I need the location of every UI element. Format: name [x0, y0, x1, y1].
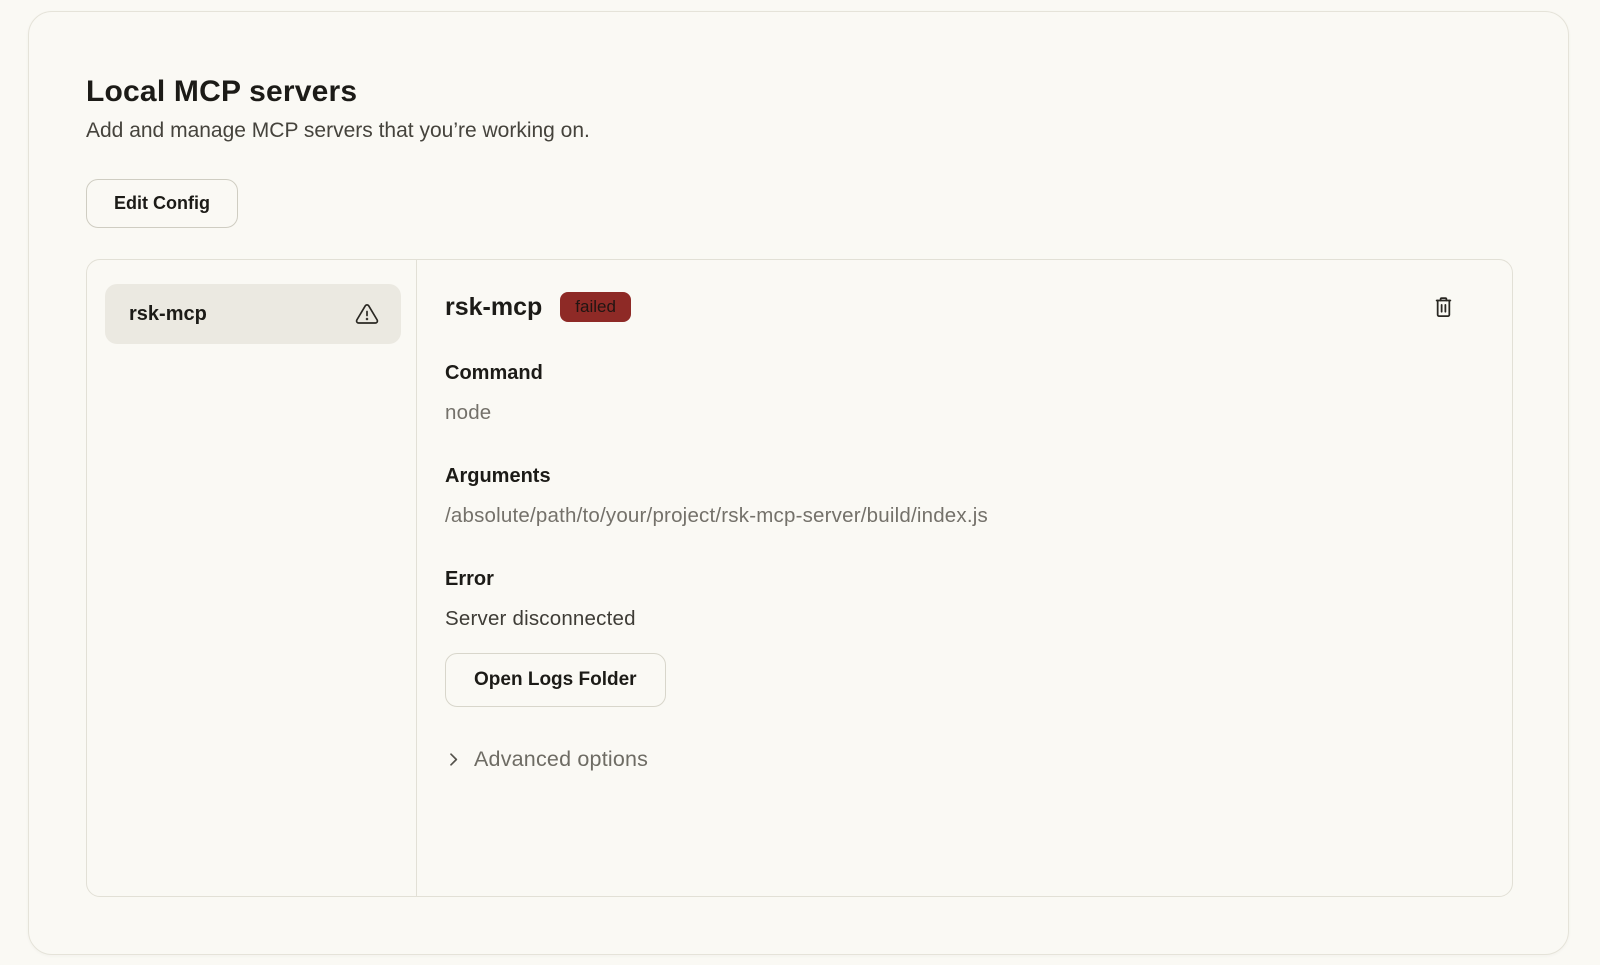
- command-value: node: [445, 401, 1458, 425]
- settings-panel: Local MCP servers Add and manage MCP ser…: [28, 11, 1569, 955]
- chevron-right-icon: [445, 751, 462, 768]
- server-detail-pane: rsk-mcp failed: [417, 260, 1512, 896]
- command-label: Command: [445, 362, 1458, 385]
- warning-icon: [355, 302, 379, 326]
- arguments-label: Arguments: [445, 465, 1458, 488]
- page-subtitle: Add and manage MCP servers that you’re w…: [86, 119, 1511, 143]
- arguments-value: /absolute/path/to/your/project/rsk-mcp-s…: [445, 504, 1458, 528]
- server-list-item-label: rsk-mcp: [129, 303, 207, 326]
- status-badge: failed: [560, 292, 631, 322]
- trash-icon: [1431, 294, 1456, 320]
- open-logs-folder-button[interactable]: Open Logs Folder: [445, 653, 666, 707]
- server-name: rsk-mcp: [445, 293, 542, 322]
- screen: Local MCP servers Add and manage MCP ser…: [0, 0, 1600, 965]
- error-value: Server disconnected: [445, 607, 1458, 631]
- edit-config-button[interactable]: Edit Config: [86, 179, 238, 228]
- advanced-options-label: Advanced options: [474, 747, 648, 772]
- advanced-options-toggle[interactable]: Advanced options: [445, 747, 648, 772]
- server-list-item-rsk-mcp[interactable]: rsk-mcp: [105, 284, 401, 344]
- server-list-sidebar: rsk-mcp: [87, 260, 417, 896]
- server-card: rsk-mcp rsk-mcp failed: [86, 259, 1513, 897]
- error-label: Error: [445, 568, 1458, 591]
- server-detail-header: rsk-mcp failed: [445, 292, 1458, 322]
- delete-server-button[interactable]: [1429, 292, 1458, 322]
- page-title: Local MCP servers: [86, 75, 1511, 109]
